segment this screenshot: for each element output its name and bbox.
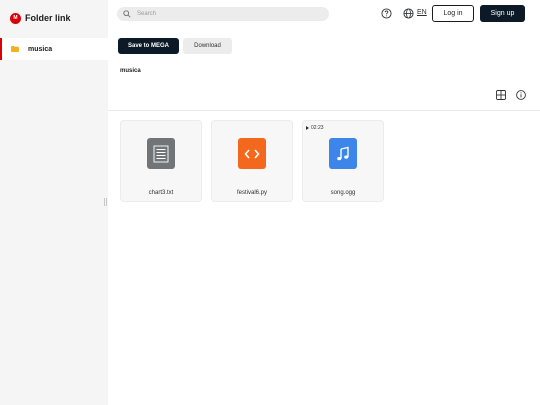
audio-file-icon: [329, 138, 357, 169]
download-button[interactable]: Download: [183, 38, 232, 54]
sidebar-item-musica[interactable]: musica: [0, 38, 108, 60]
login-button[interactable]: Log in: [432, 5, 474, 22]
brand[interactable]: M Folder link: [10, 12, 71, 24]
brand-title: Folder link: [25, 13, 71, 23]
signup-button[interactable]: Sign up: [480, 5, 525, 22]
sidebar-resize-handle[interactable]: [104, 198, 107, 206]
language-selector[interactable]: EN: [417, 9, 427, 16]
grid-view-icon[interactable]: [496, 90, 506, 100]
folder-icon: [11, 46, 19, 52]
file-name: chart3.txt: [148, 190, 174, 196]
divider: [108, 110, 540, 111]
code-file-icon: [238, 138, 266, 169]
search-icon: [123, 10, 131, 18]
save-to-mega-button[interactable]: Save to MEGA: [118, 38, 179, 54]
active-indicator: [0, 38, 2, 60]
globe-icon[interactable]: [403, 8, 414, 19]
duration-text: 02:23: [311, 125, 324, 131]
help-circle-icon[interactable]: [381, 8, 392, 19]
play-icon: [306, 126, 309, 130]
info-icon[interactable]: [516, 90, 526, 100]
file-name: festival6.py: [236, 190, 267, 196]
sidebar: M Folder link musica: [0, 0, 108, 405]
duration-badge: 02:23: [306, 125, 324, 131]
file-tile-song[interactable]: 02:23 song.ogg: [302, 120, 384, 202]
file-name: song.ogg: [330, 190, 356, 196]
file-tile-festival6[interactable]: festival6.py: [211, 120, 293, 202]
text-file-icon: [147, 138, 175, 169]
sidebar-item-label: musica: [28, 45, 53, 53]
search-input[interactable]: Search: [137, 11, 156, 17]
mega-logo-icon: M: [10, 12, 21, 24]
breadcrumb[interactable]: musica: [120, 68, 141, 74]
file-tile-chart3[interactable]: chart3.txt: [120, 120, 202, 202]
search-bar[interactable]: Search: [117, 7, 329, 21]
